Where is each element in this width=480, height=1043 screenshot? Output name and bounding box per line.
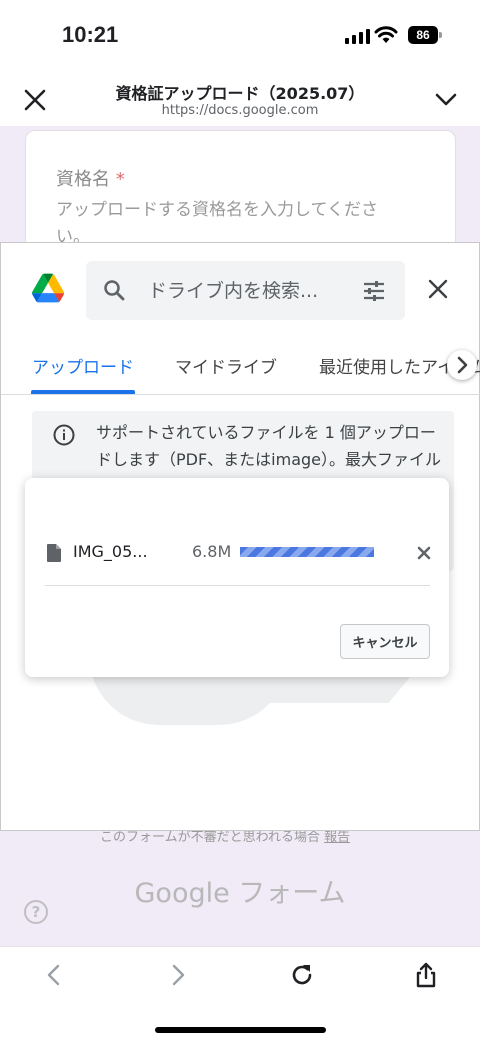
battery-level: 86 xyxy=(416,28,430,42)
upload-file-row: IMG_05... 6.8M xyxy=(45,534,431,574)
home-indicator xyxy=(155,1027,326,1033)
divider xyxy=(45,585,430,586)
file-name: IMG_05... xyxy=(73,542,148,561)
help-icon[interactable]: ? xyxy=(24,900,48,924)
wifi-icon xyxy=(374,26,398,43)
info-icon xyxy=(53,424,75,446)
close-icon[interactable] xyxy=(425,276,451,302)
picker-tabs: アップロード マイドライブ 最近使用したアイテム xyxy=(1,338,480,395)
page-title: 資格証アップロード（2025.07） xyxy=(115,84,365,103)
file-icon xyxy=(47,544,61,562)
battery-cap xyxy=(439,32,442,38)
browser-toolbar xyxy=(0,946,480,1043)
report-link[interactable]: 報告 xyxy=(324,830,350,845)
page-url: https://docs.google.com xyxy=(161,103,319,118)
tune-icon[interactable] xyxy=(361,278,387,304)
cancel-button[interactable]: キャンセル xyxy=(340,624,430,659)
tab-my-drive[interactable]: マイドライブ xyxy=(175,353,277,378)
cancel-file-icon[interactable] xyxy=(417,546,431,560)
reload-icon[interactable] xyxy=(288,961,316,989)
google-drive-icon xyxy=(32,273,64,303)
file-size: 6.8M xyxy=(192,542,232,561)
search-input[interactable] xyxy=(148,280,348,302)
active-tab-indicator xyxy=(31,390,135,394)
upload-progress-fill xyxy=(240,547,374,557)
search-icon[interactable] xyxy=(102,278,126,302)
upload-progress-bar xyxy=(240,547,374,557)
cellular-signal-icon xyxy=(345,28,370,44)
report-text: このフォームが不審だと思われる場合 xyxy=(100,830,320,845)
status-bar: 10:21 86 xyxy=(0,0,480,74)
chevron-down-icon[interactable] xyxy=(432,86,460,114)
drive-search-box[interactable] xyxy=(86,261,405,320)
required-mark: * xyxy=(115,169,125,190)
drop-zone-illustration-shadow xyxy=(228,673,414,703)
tab-upload[interactable]: アップロード xyxy=(32,353,134,378)
google-forms-logo: Google フォーム xyxy=(134,878,346,909)
question-title: 資格名 xyxy=(56,169,110,190)
battery-icon: 86 xyxy=(408,26,438,44)
browser-header: 資格証アップロード（2025.07） https://docs.google.c… xyxy=(0,74,480,126)
status-time: 10:21 xyxy=(62,22,119,47)
chevron-right-icon[interactable] xyxy=(447,350,477,380)
question-label: 資格名 * xyxy=(56,165,125,191)
share-icon[interactable] xyxy=(412,961,440,989)
upload-progress-dialog: IMG_05... 6.8M キャンセル xyxy=(25,478,449,677)
forward-icon[interactable] xyxy=(164,961,192,989)
back-icon[interactable] xyxy=(40,961,68,989)
